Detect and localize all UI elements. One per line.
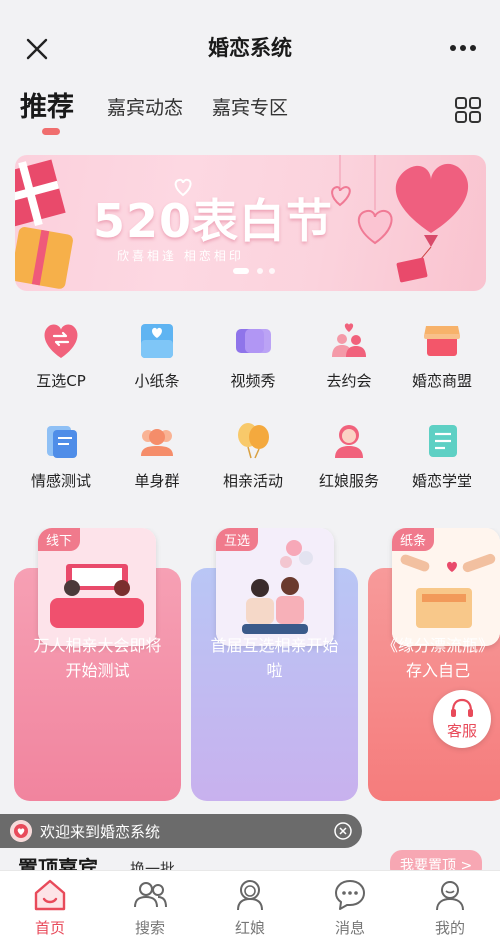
- search-people-icon: [134, 882, 167, 908]
- activity-cards: 线下 万人相亲大会即将开始测试 互选 首届互选相亲开始啦 纸条 《缘分漂流瓶》存…: [0, 528, 500, 808]
- grid-label: 红娘服务: [318, 472, 379, 490]
- grid-item-video[interactable]: 视频秀: [205, 320, 301, 410]
- card-image: 线下: [38, 528, 156, 646]
- section-title: 置顶嘉宾: [18, 856, 98, 872]
- matchmaker-icon: [335, 425, 363, 458]
- balloon-icon: [238, 423, 269, 459]
- grid-item-test[interactable]: 情感测试: [13, 420, 109, 510]
- grid-item-note[interactable]: 小纸条: [109, 320, 205, 410]
- pinned-guests-section: 置顶嘉宾 换一批 我要置顶 >: [0, 848, 500, 872]
- card-tag: 互选: [216, 528, 259, 551]
- grid-item-school[interactable]: 婚恋学堂: [394, 420, 490, 510]
- pin-me-button[interactable]: 我要置顶 >: [390, 850, 483, 872]
- nav-home[interactable]: 首页: [10, 877, 90, 938]
- nav-profile[interactable]: 我的: [410, 877, 490, 938]
- promo-banner[interactable]: 520表白节 欣喜相逢 相恋相印: [15, 155, 486, 291]
- tab-indicator: [42, 128, 60, 135]
- card-text: 首届互选相亲开始啦: [210, 636, 339, 680]
- card-tag: 线下: [38, 528, 81, 551]
- customer-service-button[interactable]: 客服: [433, 690, 491, 748]
- tab-guest-zone[interactable]: 嘉宾专区: [212, 88, 288, 128]
- grid-label: 情感测试: [30, 472, 91, 490]
- grid-item-group[interactable]: 单身群: [109, 420, 205, 510]
- grid-item-date[interactable]: 去约会: [301, 320, 397, 410]
- video-icon: [236, 329, 271, 353]
- heart-swap-icon: [44, 324, 78, 358]
- grid-item-matchmaker[interactable]: 红娘服务: [301, 420, 397, 510]
- banner-title: 520表白节: [93, 194, 334, 248]
- grid-label: 相亲活动: [222, 472, 283, 490]
- nav-label: 搜索: [134, 919, 165, 937]
- grid-label: 单身群: [134, 472, 180, 490]
- grid-label: 去约会: [326, 372, 372, 390]
- title-bar: 婚恋系统: [0, 0, 500, 92]
- nav-label: 首页: [34, 919, 65, 937]
- welcome-toast: 欢迎来到婚恋系统: [0, 814, 362, 848]
- shop-icon: [424, 326, 460, 356]
- profile-icon: [436, 881, 464, 911]
- grid-item-activity[interactable]: 相亲活动: [205, 420, 301, 510]
- card-image: 纸条: [392, 528, 500, 646]
- couple-icon: [332, 323, 366, 357]
- customer-service-label: 客服: [446, 722, 477, 740]
- grid-item-shop[interactable]: 婚恋商盟: [394, 320, 490, 410]
- close-icon[interactable]: [22, 34, 52, 64]
- group-icon: [141, 429, 173, 456]
- card-text: 万人相亲大会即将开始测试: [33, 636, 162, 680]
- note-icon: [141, 324, 173, 358]
- nav-label: 消息: [334, 919, 365, 937]
- bottom-nav: 首页 搜索 红娘 消息 我的: [0, 870, 500, 945]
- grid-label: 视频秀: [230, 372, 276, 390]
- tab-bar: 推荐 嘉宾动态 嘉宾专区: [0, 88, 500, 138]
- grid-label: 小纸条: [134, 372, 180, 390]
- nav-label: 我的: [434, 919, 465, 937]
- tab-recommend[interactable]: 推荐: [20, 88, 74, 128]
- grid-label: 婚恋学堂: [411, 472, 472, 490]
- grid-label: 互选CP: [36, 372, 86, 390]
- more-icon[interactable]: [448, 36, 478, 60]
- card-text: 《缘分漂流瓶》存入自己: [381, 636, 494, 680]
- card-image: 互选: [216, 528, 334, 646]
- carousel-dots: [233, 268, 275, 274]
- nav-messages[interactable]: 消息: [310, 877, 390, 938]
- nav-matchmaker[interactable]: 红娘: [210, 877, 290, 938]
- welcome-text: 欢迎来到婚恋系统: [40, 823, 161, 841]
- logo-icon: [10, 820, 32, 842]
- grid-menu-icon[interactable]: [454, 96, 482, 124]
- card-tag: 纸条: [392, 528, 435, 551]
- close-icon[interactable]: [334, 822, 352, 840]
- grid-item-cp[interactable]: 互选CP: [13, 320, 109, 410]
- nav-search[interactable]: 搜索: [110, 877, 190, 938]
- matchmaker-icon: [237, 880, 263, 911]
- tab-guest-news[interactable]: 嘉宾动态: [107, 88, 183, 128]
- page-title: 婚恋系统: [208, 36, 292, 60]
- banner-subtitle: 欣喜相逢 相恋相印: [117, 249, 244, 263]
- book-icon: [429, 425, 457, 457]
- grid-label: 婚恋商盟: [411, 372, 472, 390]
- home-icon: [34, 879, 66, 911]
- headset-icon: [451, 698, 473, 717]
- message-icon: [335, 880, 365, 910]
- gift-box-icon: [15, 159, 73, 289]
- test-icon: [47, 426, 77, 458]
- hanging-heart-icon: [331, 155, 393, 245]
- nav-label: 红娘: [234, 919, 265, 937]
